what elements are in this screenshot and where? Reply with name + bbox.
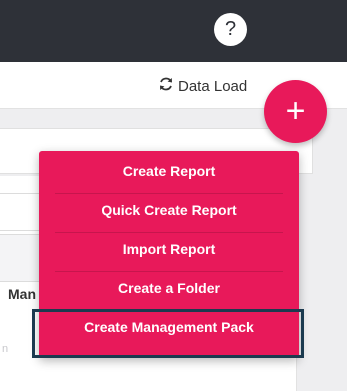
faded-row-text: n [2, 343, 9, 355]
refresh-icon [158, 76, 174, 96]
help-button[interactable]: ? [214, 13, 247, 46]
create-management-pack-menu-item[interactable]: Create Management Pack [55, 310, 283, 343]
create-report-menu-item[interactable]: Create Report [55, 155, 283, 187]
create-menu: Create Report Quick Create Report Import… [39, 151, 299, 358]
quick-create-report-menu-item[interactable]: Quick Create Report [55, 193, 283, 226]
add-button[interactable]: + [264, 80, 327, 143]
create-folder-menu-item[interactable]: Create a Folder [55, 271, 283, 304]
top-bar: ? [0, 0, 347, 62]
plus-icon: + [285, 92, 306, 130]
data-load-label: Data Load [178, 77, 248, 95]
data-load-button[interactable]: Data Load [158, 76, 247, 96]
question-mark-icon: ? [224, 18, 237, 40]
import-report-menu-item[interactable]: Import Report [55, 232, 283, 265]
column-header-label: Man [8, 286, 36, 302]
